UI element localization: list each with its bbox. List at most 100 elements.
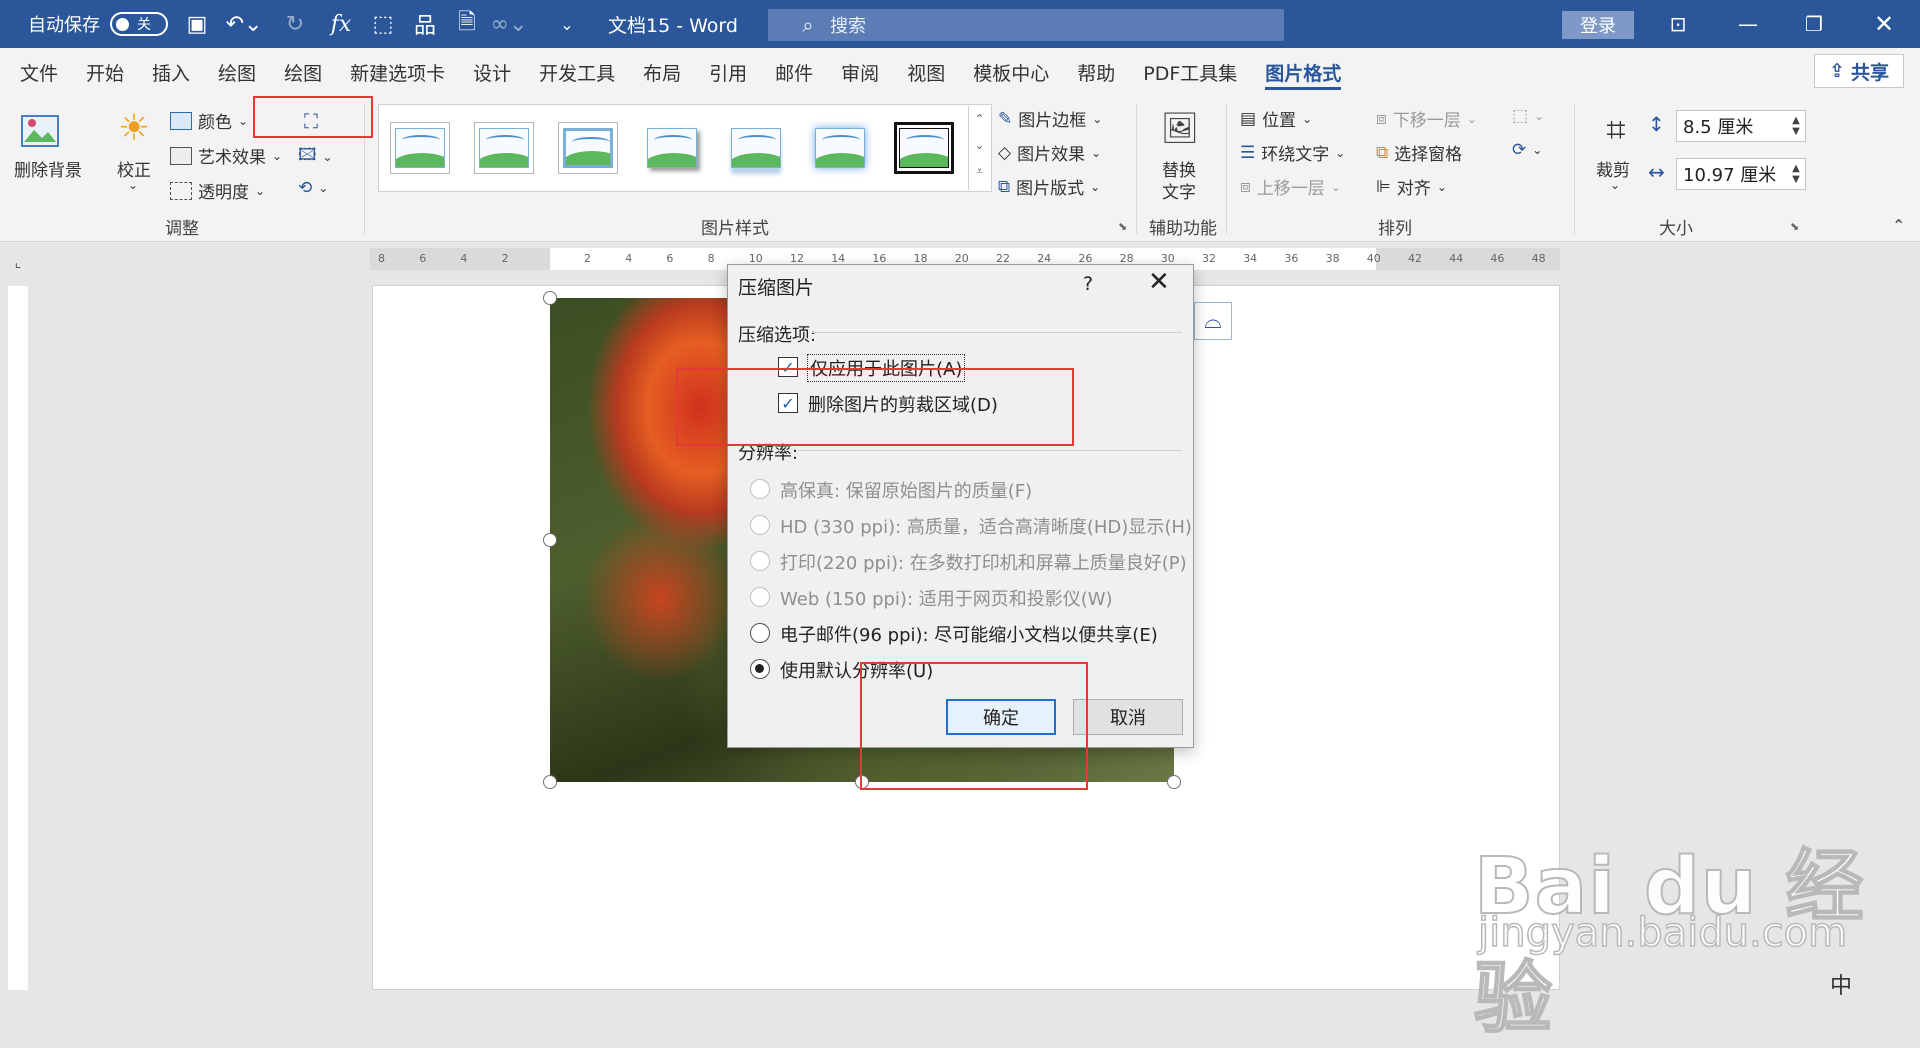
picture-layout-button[interactable]: ⧉ 图片版式 ⌄ <box>998 174 1100 200</box>
resolution-radio[interactable] <box>750 659 770 679</box>
remove-background-button[interactable] <box>18 110 82 158</box>
corrections-icon[interactable]: ☀ <box>112 106 156 150</box>
help-icon[interactable]: ? <box>1083 273 1093 295</box>
tab-draw-2[interactable]: 绘图 <box>270 48 336 96</box>
tab-selector-icon[interactable]: ⌞ <box>0 248 36 278</box>
corrections-dropdown-icon[interactable]: ⌄ <box>128 178 138 192</box>
width-spin-icon[interactable]: ▲ ▼ <box>1787 163 1805 185</box>
resolution-option-label[interactable]: 高保真: 保留原始图片的质量(F) <box>780 477 1032 503</box>
compress-pictures-icon[interactable]: ⛶ <box>296 108 326 134</box>
resize-handle[interactable] <box>1167 775 1181 789</box>
selection-pane-button[interactable]: ⧉ 选择窗格 <box>1376 140 1462 166</box>
bring-forward-button[interactable]: ⧈ 上移一层 ⌄ <box>1240 174 1341 200</box>
undo-icon[interactable]: ↶⌄ <box>224 0 264 48</box>
link-icon[interactable]: ∞⌄ <box>491 0 528 48</box>
tab-pdf-tools[interactable]: PDF工具集 <box>1129 48 1251 96</box>
resolution-option-label[interactable]: 使用默认分辨率(U) <box>780 657 933 683</box>
height-spin-icon[interactable]: ▲ ▼ <box>1787 115 1805 137</box>
color-button[interactable]: 颜色 ⌄ <box>170 108 248 133</box>
tab-home[interactable]: 开始 <box>72 48 138 96</box>
formula-icon[interactable]: fx <box>326 0 356 48</box>
close-icon[interactable]: ✕ <box>1854 0 1914 48</box>
crop-dropdown-icon[interactable]: ⌄ <box>1610 178 1620 192</box>
autosave-toggle[interactable]: 关 <box>110 12 168 36</box>
close-icon[interactable]: ✕ <box>1148 267 1170 297</box>
resolution-option-label[interactable]: 打印(220 ppi): 在多数打印机和屏幕上质量良好(P) <box>780 549 1187 575</box>
picture-style-3[interactable] <box>558 122 618 174</box>
resolution-radio[interactable] <box>750 515 770 535</box>
apply-only-checkbox[interactable]: ✓ <box>778 357 798 377</box>
resolution-radio[interactable] <box>750 623 770 643</box>
delete-cropped-label[interactable]: 删除图片的剪裁区域(D) <box>808 391 998 417</box>
cancel-button[interactable]: 取消 <box>1073 699 1183 735</box>
picture-style-6[interactable] <box>810 122 870 174</box>
tab-draw[interactable]: 绘图 <box>204 48 270 96</box>
transparency-button[interactable]: 透明度 ⌄ <box>170 178 265 203</box>
resolution-option-label[interactable]: Web (150 ppi): 适用于网页和投影仪(W) <box>780 585 1113 611</box>
send-backward-button[interactable]: ⧈ 下移一层 ⌄ <box>1376 106 1477 132</box>
tab-developer[interactable]: 开发工具 <box>525 48 629 96</box>
restore-icon[interactable]: ❐ <box>1784 0 1844 48</box>
position-button[interactable]: ▤ 位置 ⌄ <box>1240 106 1312 132</box>
rotate-button[interactable]: ⟳ ⌄ <box>1512 140 1542 160</box>
tab-mailings[interactable]: 邮件 <box>761 48 827 96</box>
resize-handle[interactable] <box>855 775 869 789</box>
resolution-radio[interactable] <box>750 587 770 607</box>
styles-dialog-launcher-icon[interactable]: ⬊ <box>1118 220 1127 233</box>
ribbon-display-icon[interactable]: ⊡ <box>1648 0 1708 48</box>
select-objects-icon[interactable]: ⬚ <box>368 0 398 48</box>
tab-help[interactable]: 帮助 <box>1063 48 1129 96</box>
resize-handle[interactable] <box>543 533 557 547</box>
tab-design[interactable]: 设计 <box>459 48 525 96</box>
tab-template-center[interactable]: 模板中心 <box>959 48 1063 96</box>
resize-handle[interactable] <box>543 291 557 305</box>
tab-insert[interactable]: 插入 <box>138 48 204 96</box>
group-objects-button[interactable]: ⬚ ⌄ <box>1512 106 1544 126</box>
tab-references[interactable]: 引用 <box>695 48 761 96</box>
resize-handle[interactable] <box>543 775 557 789</box>
picture-style-5[interactable] <box>726 122 786 174</box>
resolution-option-label[interactable]: HD (330 ppi): 高质量，适合高清晰度(HD)显示(H) <box>780 513 1192 539</box>
align-button[interactable]: ⊫ 对齐 ⌄ <box>1376 174 1447 200</box>
share-button[interactable]: ⇪ 共享 <box>1814 54 1904 88</box>
wrap-text-button[interactable]: ☰ 环绕文字 ⌄ <box>1240 140 1345 166</box>
height-stepper[interactable]: 8.5 厘米 ▲ ▼ <box>1676 110 1806 142</box>
resolution-radio[interactable] <box>750 479 770 499</box>
picture-style-4[interactable] <box>642 122 702 174</box>
alt-text-icon[interactable]: 🖼 <box>1156 108 1204 148</box>
resolution-radio[interactable] <box>750 551 770 571</box>
tab-new-tab[interactable]: 新建选项卡 <box>336 48 459 96</box>
size-dialog-launcher-icon[interactable]: ⬊ <box>1790 220 1799 233</box>
delete-cropped-checkbox[interactable]: ✓ <box>778 393 798 413</box>
redo-icon[interactable]: ↻ <box>280 0 310 48</box>
tab-picture-format[interactable]: 图片格式 <box>1251 48 1355 96</box>
tab-file[interactable]: 文件 <box>6 48 72 96</box>
picture-style-1[interactable] <box>390 122 450 174</box>
resolution-option-label[interactable]: 电子邮件(96 ppi): 尽可能缩小文档以便共享(E) <box>780 621 1158 647</box>
picture-border-button[interactable]: ✎ 图片边框 ⌄ <box>998 106 1102 132</box>
tab-view[interactable]: 视图 <box>893 48 959 96</box>
tab-layout[interactable]: 布局 <box>629 48 695 96</box>
org-chart-icon[interactable]: 品 <box>410 0 440 48</box>
save-icon[interactable]: ▣ <box>182 0 212 48</box>
artistic-effects-button[interactable]: 艺术效果 ⌄ <box>170 143 282 168</box>
search-input[interactable]: ⌕ 搜索 <box>768 9 1284 41</box>
reset-picture-button[interactable]: ⟲ ⌄ <box>298 178 328 198</box>
minimize-icon[interactable]: — <box>1718 0 1778 48</box>
picture-style-7[interactable] <box>894 122 954 174</box>
document-icon[interactable]: 🗎 <box>452 0 482 48</box>
layout-options-icon[interactable]: ⌓ <box>1194 302 1232 340</box>
customize-toolbar-icon[interactable]: ⌄ <box>552 0 582 48</box>
tab-review[interactable]: 审阅 <box>827 48 893 96</box>
picture-effects-button[interactable]: ◇ 图片效果 ⌄ <box>998 140 1101 166</box>
login-button[interactable]: 登录 <box>1562 11 1634 39</box>
collapse-ribbon-icon[interactable]: ⌃ <box>1892 216 1905 235</box>
change-picture-button[interactable]: 🖾 ⌄ <box>298 142 333 171</box>
gallery-scroll[interactable]: ⌃ ⌄ ⩡ <box>968 106 990 190</box>
width-stepper[interactable]: 10.97 厘米 ▲ ▼ <box>1676 158 1806 190</box>
crop-icon[interactable]: ⌗ <box>1594 108 1638 152</box>
picture-style-2[interactable] <box>474 122 534 174</box>
alt-text-label-2[interactable]: 文字 <box>1162 178 1196 203</box>
apply-only-label[interactable]: 仅应用于此图片(A) <box>806 354 966 382</box>
ok-button[interactable]: 确定 <box>946 699 1056 735</box>
